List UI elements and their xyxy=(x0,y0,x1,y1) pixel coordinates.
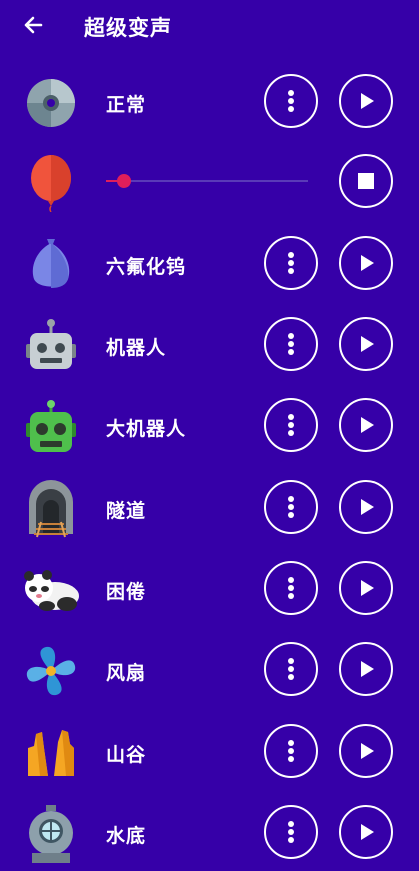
robot-icon xyxy=(22,317,80,375)
slider-track xyxy=(106,180,308,182)
more-options-button[interactable] xyxy=(264,236,318,290)
play-button[interactable] xyxy=(339,561,393,615)
effect-label: 正常 xyxy=(106,94,147,116)
play-button[interactable] xyxy=(339,236,393,290)
more-vertical-icon xyxy=(288,496,294,518)
play-button[interactable] xyxy=(339,805,393,859)
fan-icon xyxy=(22,642,80,700)
more-vertical-icon xyxy=(288,821,294,843)
effect-label: 困倦 xyxy=(106,581,147,603)
more-vertical-icon xyxy=(288,658,294,680)
effect-label: 隧道 xyxy=(106,500,147,522)
diving-helmet-icon xyxy=(22,805,80,863)
page-title: 超级变声 xyxy=(84,16,172,40)
play-icon xyxy=(361,499,374,515)
back-button[interactable] xyxy=(18,10,48,40)
more-options-button[interactable] xyxy=(264,561,318,615)
more-options-button[interactable] xyxy=(264,74,318,128)
effect-row-balloon xyxy=(0,140,419,220)
play-icon xyxy=(361,743,374,759)
balloon-icon xyxy=(22,154,80,212)
canyon-icon xyxy=(22,724,80,782)
more-options-button[interactable] xyxy=(264,480,318,534)
more-options-button[interactable] xyxy=(264,805,318,859)
panda-icon xyxy=(20,561,82,619)
effect-row-normal: 正常 xyxy=(0,60,419,140)
play-icon xyxy=(361,417,374,433)
play-button[interactable] xyxy=(339,74,393,128)
play-icon xyxy=(361,336,374,352)
effect-label: 山谷 xyxy=(106,744,147,766)
more-options-button[interactable] xyxy=(264,642,318,696)
play-button[interactable] xyxy=(339,398,393,452)
play-icon xyxy=(361,255,374,271)
more-vertical-icon xyxy=(288,414,294,436)
play-button[interactable] xyxy=(339,480,393,534)
play-button[interactable] xyxy=(339,724,393,778)
effect-row-robot: 机器人 xyxy=(0,303,419,383)
more-vertical-icon xyxy=(288,740,294,762)
play-icon xyxy=(361,93,374,109)
more-vertical-icon xyxy=(288,577,294,599)
play-button[interactable] xyxy=(339,642,393,696)
tunnel-icon xyxy=(22,480,80,538)
more-vertical-icon xyxy=(288,333,294,355)
effect-row-big-robot: 大机器人 xyxy=(0,384,419,464)
more-options-button[interactable] xyxy=(264,317,318,371)
effect-row-valley: 山谷 xyxy=(0,710,419,790)
effect-row-tungsten-hexafluoride: 六氟化钨 xyxy=(0,222,419,302)
effect-label: 水底 xyxy=(106,825,147,847)
effect-row-underwater: 水底 xyxy=(0,791,419,871)
effect-label: 风扇 xyxy=(106,662,147,684)
arrow-left-icon xyxy=(24,16,43,34)
effect-row-sleepy: 困倦 xyxy=(0,547,419,627)
more-options-button[interactable] xyxy=(264,398,318,452)
play-icon xyxy=(361,824,374,840)
slider-thumb[interactable] xyxy=(117,174,131,188)
more-vertical-icon xyxy=(288,90,294,112)
app-header: 超级变声 xyxy=(0,0,419,52)
green-robot-icon xyxy=(22,398,80,456)
more-vertical-icon xyxy=(288,252,294,274)
blue-balloon-icon xyxy=(22,236,80,294)
play-icon xyxy=(361,580,374,596)
play-button[interactable] xyxy=(339,317,393,371)
effect-row-fan: 风扇 xyxy=(0,628,419,708)
disc-icon xyxy=(22,74,80,132)
effect-label: 机器人 xyxy=(106,337,167,359)
play-icon xyxy=(361,661,374,677)
stop-button[interactable] xyxy=(339,154,393,208)
playback-progress-slider[interactable] xyxy=(106,174,308,188)
effect-label: 大机器人 xyxy=(106,418,187,440)
more-options-button[interactable] xyxy=(264,724,318,778)
effect-row-tunnel: 隧道 xyxy=(0,466,419,546)
stop-icon xyxy=(358,173,374,189)
effect-label: 六氟化钨 xyxy=(106,256,187,278)
